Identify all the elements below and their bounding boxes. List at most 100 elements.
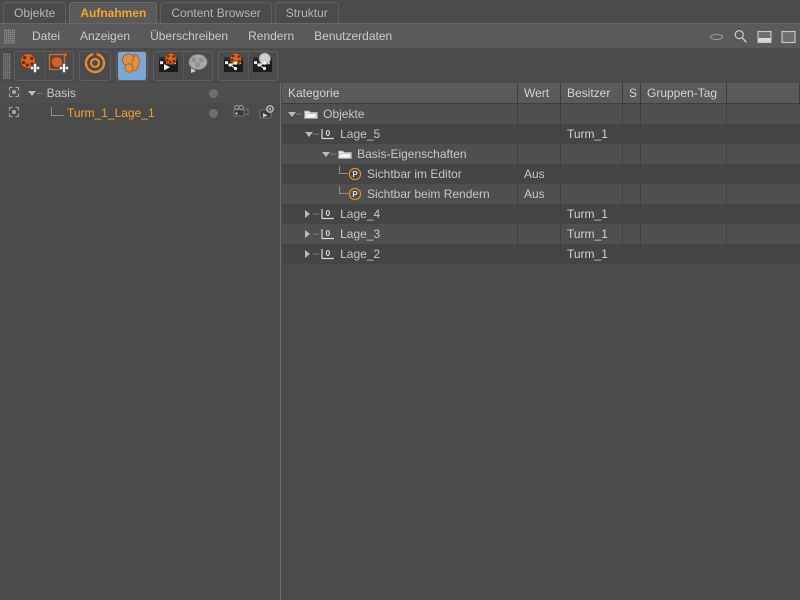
object-layer-icon: 0: [321, 208, 335, 220]
render-take-button[interactable]: [155, 52, 183, 80]
table-row[interactable]: – Basis-Eigenschaften: [282, 144, 800, 164]
tab-label: Objekte: [14, 6, 56, 20]
row-label: Lage_5: [340, 127, 381, 141]
column-header-wert[interactable]: Wert: [518, 83, 561, 103]
take-to-render-queue-button[interactable]: [220, 52, 248, 80]
toolbar-group: [14, 50, 74, 81]
table-row[interactable]: P Sichtbar im Editor Aus: [282, 164, 800, 184]
table-row[interactable]: –0 Lage_5 Turm_1: [282, 124, 800, 144]
cell-s[interactable]: [623, 224, 641, 244]
tree-line: –: [37, 87, 43, 99]
menu-item-benutzerdaten[interactable]: Benutzerdaten: [304, 24, 402, 49]
menu-item-rendern[interactable]: Rendern: [238, 24, 304, 49]
cell-besitzer[interactable]: Turm_1: [561, 204, 623, 224]
expander-down-icon[interactable]: [322, 151, 330, 157]
all-takes-to-render-queue-button[interactable]: [248, 51, 276, 80]
drag-grip-icon[interactable]: [3, 52, 11, 79]
take-active-dot-cell[interactable]: [198, 88, 228, 98]
cell-s[interactable]: [623, 184, 641, 204]
row-label: Lage_3: [340, 227, 381, 241]
cell-besitzer[interactable]: [561, 184, 623, 204]
column-header-s[interactable]: S: [623, 83, 641, 103]
cell-besitzer[interactable]: [561, 104, 623, 124]
tab-struktur[interactable]: Struktur: [274, 2, 339, 23]
cell-s[interactable]: [623, 144, 641, 164]
table-row[interactable]: –0 Lage_4 Turm_1: [282, 204, 800, 224]
column-header-gruppen_tag[interactable]: Gruppen-Tag: [641, 83, 727, 103]
cell-wert[interactable]: Aus: [518, 184, 561, 204]
cell-besitzer[interactable]: Turm_1: [561, 224, 623, 244]
add-child-take-button[interactable]: [44, 51, 72, 80]
cell-spacer: [727, 204, 800, 224]
override-group-button[interactable]: [118, 51, 146, 80]
row-label: Objekte: [323, 107, 365, 121]
cell-besitzer[interactable]: Turm_1: [561, 124, 623, 144]
cell-s[interactable]: [623, 244, 641, 264]
tab-content-browser[interactable]: Content Browser: [160, 2, 272, 23]
table-row[interactable]: P Sichtbar beim Rendern Aus: [282, 184, 800, 204]
render-all-takes-button[interactable]: [183, 51, 211, 80]
eye-icon[interactable]: [709, 31, 724, 43]
cell-gruppen-tag[interactable]: [641, 244, 727, 264]
cell-s[interactable]: [623, 164, 641, 184]
drag-grip-icon[interactable]: [4, 28, 15, 44]
expander-down-icon[interactable]: [288, 111, 296, 117]
maximize-icon[interactable]: [781, 30, 796, 44]
take-active-dot[interactable]: [208, 88, 218, 98]
cell-gruppen-tag[interactable]: [641, 104, 727, 124]
toolbar-group: [218, 50, 278, 81]
take-name-cell: Turm_1_Lage_1: [28, 106, 198, 120]
table-row[interactable]: – Objekte: [282, 104, 800, 124]
cell-s[interactable]: [623, 124, 641, 144]
cell-wert[interactable]: [518, 104, 561, 124]
take-active-dot-cell[interactable]: [198, 108, 228, 118]
cell-gruppen-tag[interactable]: [641, 204, 727, 224]
tab-objekte[interactable]: Objekte: [3, 2, 67, 23]
tree-line: –: [296, 108, 303, 120]
auto-take-mode-button[interactable]: [81, 52, 109, 80]
cell-besitzer[interactable]: [561, 164, 623, 184]
render-settings-tag-icon-cell[interactable]: [254, 104, 280, 122]
expander-down-icon[interactable]: [28, 90, 36, 96]
cell-gruppen-tag[interactable]: [641, 164, 727, 184]
cell-wert[interactable]: [518, 204, 561, 224]
column-header-spacer[interactable]: [727, 83, 800, 103]
cell-s[interactable]: [623, 104, 641, 124]
take-row[interactable]: Turm_1_Lage_1: [0, 103, 280, 123]
expander-down-icon[interactable]: [305, 131, 313, 137]
menu-item-datei[interactable]: Datei: [22, 24, 70, 49]
render-settings-tag-icon[interactable]: [259, 104, 275, 122]
tree-branch-line: [339, 186, 348, 194]
camera-tag-icon[interactable]: [233, 104, 249, 121]
menu-item-anzeigen[interactable]: Anzeigen: [70, 24, 140, 49]
column-header-kategorie[interactable]: Kategorie: [282, 83, 518, 103]
cell-wert[interactable]: [518, 244, 561, 264]
cell-wert[interactable]: [518, 224, 561, 244]
take-row[interactable]: – Basis: [0, 83, 280, 103]
cell-besitzer[interactable]: Turm_1: [561, 244, 623, 264]
camera-tag-icon-cell[interactable]: [228, 104, 254, 121]
cell-gruppen-tag[interactable]: [641, 124, 727, 144]
add-take-button[interactable]: [16, 52, 44, 80]
column-header-besitzer[interactable]: Besitzer: [561, 83, 623, 103]
cell-wert-value: Aus: [524, 187, 545, 201]
tab-aufnahmen[interactable]: Aufnahmen: [69, 2, 158, 23]
cell-gruppen-tag[interactable]: [641, 184, 727, 204]
menu-item-berschreiben[interactable]: Überschreiben: [140, 24, 238, 49]
search-icon[interactable]: [733, 29, 748, 44]
cell-s[interactable]: [623, 204, 641, 224]
split-view-icon[interactable]: [757, 30, 772, 44]
table-row[interactable]: –0 Lage_2 Turm_1: [282, 244, 800, 264]
cell-wert[interactable]: [518, 124, 561, 144]
take-marker-icon[interactable]: [8, 106, 20, 121]
take-marker-icon[interactable]: [8, 86, 20, 101]
take-active-dot[interactable]: [208, 108, 218, 118]
cell-gruppen-tag[interactable]: [641, 144, 727, 164]
cell-wert[interactable]: Aus: [518, 164, 561, 184]
cell-wert[interactable]: [518, 144, 561, 164]
row-label: Lage_2: [340, 247, 381, 261]
cell-besitzer[interactable]: [561, 144, 623, 164]
render-all-takes-icon: [186, 51, 210, 80]
cell-gruppen-tag[interactable]: [641, 224, 727, 244]
table-row[interactable]: –0 Lage_3 Turm_1: [282, 224, 800, 244]
